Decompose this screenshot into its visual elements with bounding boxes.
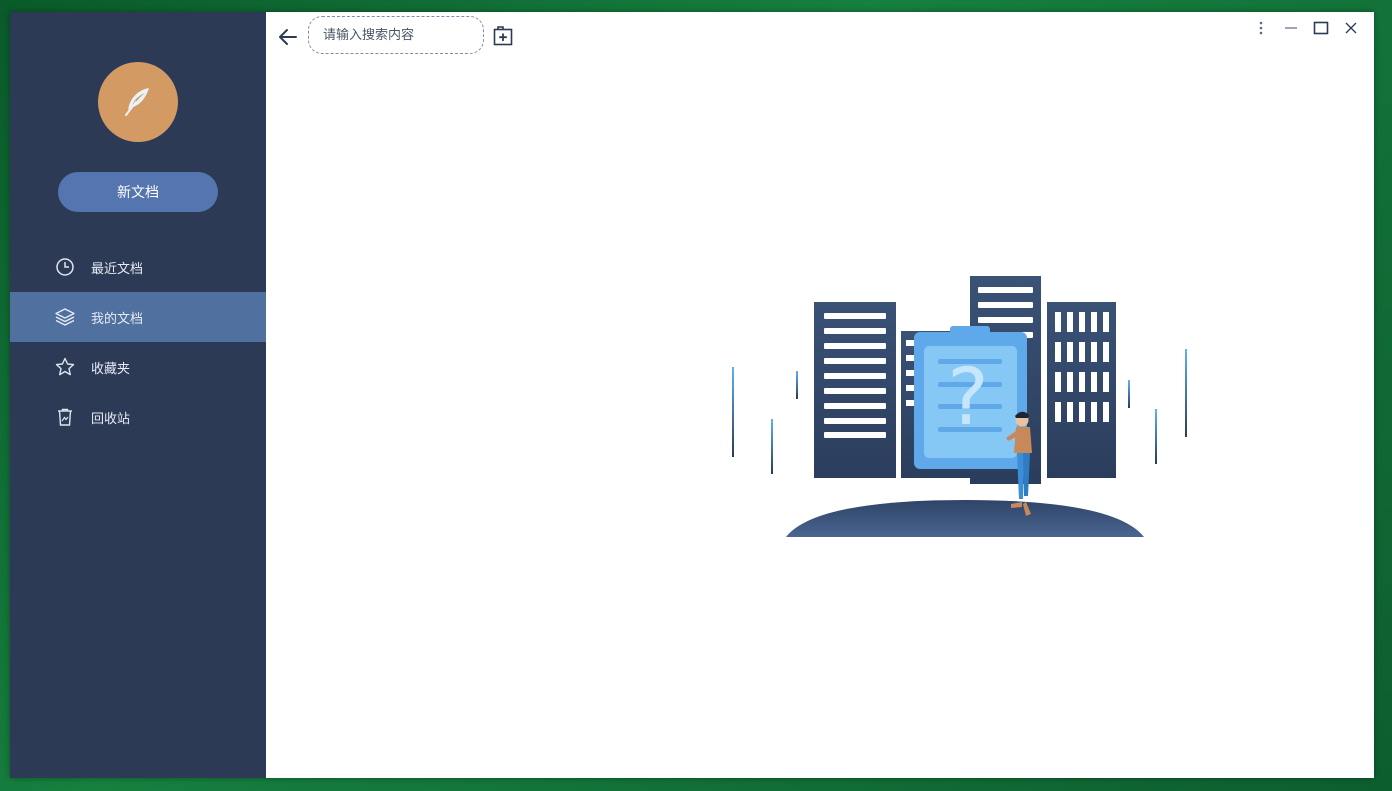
trash-icon (54, 406, 76, 428)
clock-icon (54, 256, 76, 278)
more-button[interactable] (1246, 18, 1276, 38)
maximize-button[interactable] (1306, 18, 1336, 38)
arrow-left-icon (279, 29, 297, 45)
back-button[interactable] (276, 25, 300, 49)
new-document-button[interactable]: 新文档 (58, 172, 218, 212)
sidebar-item-label: 最近文档 (91, 261, 144, 277)
window-controls (1246, 18, 1366, 38)
sidebar-item-label: 收藏夹 (91, 361, 131, 377)
add-folder-button[interactable] (492, 25, 514, 47)
sidebar-item-favorites[interactable]: 收藏夹 (10, 342, 266, 392)
search-input[interactable] (321, 26, 475, 44)
star-icon (54, 356, 76, 378)
search-box[interactable] (308, 16, 484, 54)
sidebar-item-label: 回收站 (91, 411, 131, 427)
avatar[interactable] (98, 62, 178, 142)
svg-text:?: ? (947, 353, 988, 443)
add-folder-icon (493, 26, 513, 46)
sidebar-item-recent[interactable]: 最近文档 (10, 242, 266, 292)
close-icon (1345, 22, 1357, 34)
toolbar (266, 12, 1374, 62)
sidebar-item-trash[interactable]: 回收站 (10, 392, 266, 442)
sidebar-item-label: 我的文档 (91, 311, 144, 327)
sidebar: 新文档 最近文档 我的文档 收藏夹 回收站 (10, 12, 266, 778)
empty-documents-illustration: ? (710, 252, 1190, 552)
maximize-icon (1313, 21, 1329, 35)
minimize-icon (1285, 27, 1297, 29)
minimize-button[interactable] (1276, 18, 1306, 38)
more-icon (1259, 21, 1263, 35)
layers-icon (54, 306, 76, 328)
close-button[interactable] (1336, 18, 1366, 38)
app-window: 新文档 最近文档 我的文档 收藏夹 回收站 请输入搜索内容 ? (10, 12, 1374, 778)
sidebar-nav: 最近文档 我的文档 收藏夹 回收站 (10, 242, 266, 442)
feather-icon (125, 88, 149, 116)
new-document-label: 新文档 (117, 185, 159, 201)
sidebar-item-my-documents[interactable]: 我的文档 (10, 292, 266, 342)
